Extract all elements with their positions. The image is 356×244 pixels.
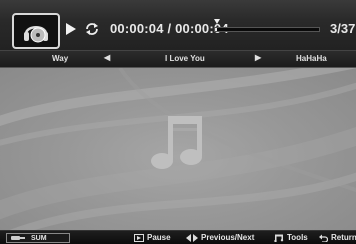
elapsed-time: 00:00:04: [110, 21, 164, 36]
progress-bar[interactable]: [214, 27, 320, 32]
return-icon: [319, 234, 328, 242]
previous-track-title[interactable]: Way: [52, 54, 68, 63]
sum-label: SUM: [31, 234, 47, 242]
previous-next-hint[interactable]: Previous/Next: [186, 233, 254, 243]
album-art-thumbnail: [12, 13, 60, 49]
track-navigation-bar: Way ◀ I Love You ▶ HaHaHa: [0, 50, 356, 68]
progress-marker[interactable]: [214, 19, 221, 24]
music-player-screen: 00:00:04 / 00:00:04 3/37 Way ◀ I Love Yo…: [0, 0, 356, 244]
left-right-arrows-icon: [186, 234, 198, 242]
control-hints-bar: SUM Pause Previous/Next Tools Return: [0, 230, 356, 244]
previous-arrow-icon[interactable]: ◀: [104, 53, 110, 62]
next-track-title[interactable]: HaHaHa: [296, 54, 327, 63]
play-icon: [66, 23, 76, 35]
pause-label: Pause: [147, 233, 171, 242]
repeat-icon: [86, 23, 98, 35]
return-label: Return: [331, 233, 356, 242]
tools-hint[interactable]: Tools: [274, 233, 308, 243]
playback-visual-area: [0, 68, 356, 230]
playback-time: 00:00:04 / 00:00:04: [110, 21, 229, 36]
music-note-icon: [151, 116, 202, 169]
pause-key-icon: [134, 234, 144, 242]
time-separator: /: [163, 21, 176, 36]
progress-fill: [215, 28, 218, 31]
tools-icon: [274, 234, 284, 242]
return-hint[interactable]: Return: [319, 233, 356, 243]
current-track-title: I Love You: [165, 54, 205, 63]
next-arrow-icon[interactable]: ▶: [255, 53, 261, 62]
tools-label: Tools: [287, 233, 308, 242]
pause-hint[interactable]: Pause: [134, 233, 171, 243]
track-counter: 3/37: [330, 21, 356, 36]
headphones-disc-icon: [24, 26, 48, 43]
sum-button[interactable]: SUM: [6, 233, 70, 243]
previous-next-label: Previous/Next: [201, 233, 255, 242]
player-status-bar: 00:00:04 / 00:00:04 3/37: [0, 0, 356, 50]
usb-icon: [11, 236, 25, 240]
